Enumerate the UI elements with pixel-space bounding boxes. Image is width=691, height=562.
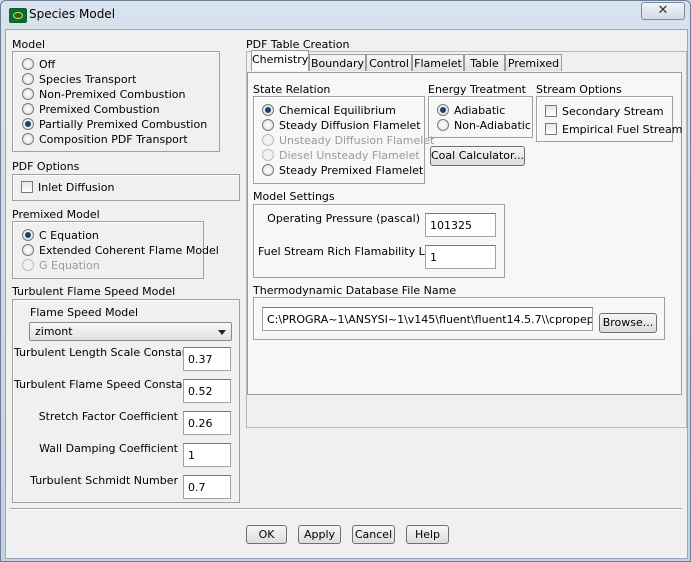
premixed-option-g-equation: G Equation (22, 258, 100, 273)
turb-schmidt-input[interactable]: 0.7 (183, 475, 231, 499)
state-diesel-unsteady-flamelet: Diesel Unsteady Flamelet (262, 148, 420, 163)
premixed-option-ecfm[interactable]: Extended Coherent Flame Model (22, 243, 219, 258)
radio-disabled-icon (262, 149, 274, 161)
radio-disabled-icon (22, 259, 34, 271)
apply-button[interactable]: Apply (298, 525, 341, 544)
help-button[interactable]: Help (406, 525, 449, 544)
model-option-non-premixed[interactable]: Non-Premixed Combustion (22, 87, 185, 102)
tab-table[interactable]: Table (464, 54, 505, 71)
title-bar[interactable]: Species Model ✕ (1, 1, 690, 29)
radio-selected-icon (437, 104, 449, 116)
cancel-button[interactable]: Cancel (352, 525, 395, 544)
ok-button[interactable]: OK (246, 525, 287, 544)
turb-flame-speed-const-label: Turbulent Flame Speed Constant (14, 378, 194, 391)
tab-chemistry[interactable]: Chemistry (251, 50, 309, 71)
radio-icon (22, 58, 34, 70)
radio-selected-icon (22, 229, 34, 241)
flame-speed-model-label: Flame Speed Model (30, 306, 139, 319)
dialog-body: Model Off Species Transport Non-Premixed… (5, 29, 688, 559)
thermo-db-label: Thermodynamic Database File Name (253, 284, 457, 297)
fluent-app-icon (9, 8, 27, 23)
state-steady-premixed-flamelet[interactable]: Steady Premixed Flamelet (262, 163, 423, 178)
radio-selected-icon (22, 118, 34, 130)
state-relation-label: State Relation (253, 83, 331, 96)
energy-adiabatic[interactable]: Adiabatic (437, 103, 505, 118)
model-settings-label: Model Settings (253, 190, 335, 203)
checkbox-icon (21, 181, 33, 193)
radio-icon (22, 88, 34, 100)
wall-damping-input[interactable]: 1 (183, 443, 231, 467)
radio-icon (22, 103, 34, 115)
wall-damping-label: Wall Damping Coefficient (39, 442, 178, 455)
species-model-window: Species Model ✕ Model Off Species Transp… (0, 0, 691, 562)
radio-disabled-icon (262, 134, 274, 146)
secondary-stream-checkbox[interactable]: Secondary Stream (545, 104, 664, 119)
button-bar-separator (10, 508, 682, 510)
close-button[interactable]: ✕ (641, 2, 685, 20)
chevron-down-icon (218, 330, 226, 335)
turb-length-scale-input[interactable]: 0.37 (183, 347, 231, 371)
rich-flamability-limit-input[interactable]: 1 (425, 245, 496, 269)
model-option-partially-premixed[interactable]: Partially Premixed Combustion (22, 117, 207, 132)
coal-calculator-button[interactable]: Coal Calculator... (430, 146, 525, 166)
tab-premixed[interactable]: Premixed (505, 54, 562, 71)
model-group-label: Model (12, 38, 46, 51)
state-chemical-equilibrium[interactable]: Chemical Equilibrium (262, 103, 396, 118)
turb-schmidt-label: Turbulent Schmidt Number (30, 474, 178, 487)
empirical-fuel-stream-checkbox[interactable]: Empirical Fuel Stream (545, 122, 682, 137)
energy-non-adiabatic[interactable]: Non-Adiabatic (437, 118, 531, 133)
browse-button[interactable]: Browse... (599, 313, 657, 333)
radio-icon (22, 73, 34, 85)
close-icon: ✕ (657, 3, 669, 18)
premixed-option-c-equation[interactable]: C Equation (22, 228, 99, 243)
stretch-factor-label: Stretch Factor Coefficient (38, 410, 178, 423)
model-option-species-transport[interactable]: Species Transport (22, 72, 136, 87)
model-option-premixed[interactable]: Premixed Combustion (22, 102, 160, 117)
checkbox-icon (545, 105, 557, 117)
operating-pressure-input[interactable]: 101325 (425, 213, 496, 237)
radio-icon (22, 244, 34, 256)
premixed-model-label: Premixed Model (12, 208, 100, 221)
turbulent-flame-label: Turbulent Flame Speed Model (12, 285, 176, 298)
rich-flamability-limit-label: Fuel Stream Rich Flamability Limit (258, 245, 446, 258)
tab-flamelet[interactable]: Flamelet (412, 54, 464, 71)
stretch-factor-input[interactable]: 0.26 (183, 411, 231, 435)
stream-options-label: Stream Options (536, 83, 622, 96)
radio-icon (262, 119, 274, 131)
turb-length-scale-label: Turbulent Length Scale Constant (14, 346, 194, 359)
inlet-diffusion-checkbox[interactable]: Inlet Diffusion (21, 180, 114, 195)
operating-pressure-label: Operating Pressure (pascal) (267, 212, 420, 225)
radio-icon (22, 133, 34, 145)
pdf-options-label: PDF Options (12, 160, 80, 173)
model-option-composition-pdf[interactable]: Composition PDF Transport (22, 132, 188, 147)
tab-control[interactable]: Control (366, 54, 412, 71)
state-steady-diffusion-flamelet[interactable]: Steady Diffusion Flamelet (262, 118, 421, 133)
energy-treatment-label: Energy Treatment (428, 83, 526, 96)
state-unsteady-diffusion-flamelet: Unsteady Diffusion Flamelet (262, 133, 434, 148)
radio-icon (437, 119, 449, 131)
radio-selected-icon (262, 104, 274, 116)
window-title: Species Model (29, 7, 116, 21)
flame-speed-model-select[interactable]: zimont (29, 322, 232, 341)
turb-flame-speed-const-input[interactable]: 0.52 (183, 379, 231, 403)
model-option-off[interactable]: Off (22, 57, 55, 72)
thermo-db-path-input[interactable]: C:\PROGRA~1\ANSYSI~1\v145\fluent\fluent1… (262, 307, 593, 331)
tab-boundary[interactable]: Boundary (309, 54, 366, 71)
radio-icon (262, 164, 274, 176)
checkbox-icon (545, 123, 557, 135)
